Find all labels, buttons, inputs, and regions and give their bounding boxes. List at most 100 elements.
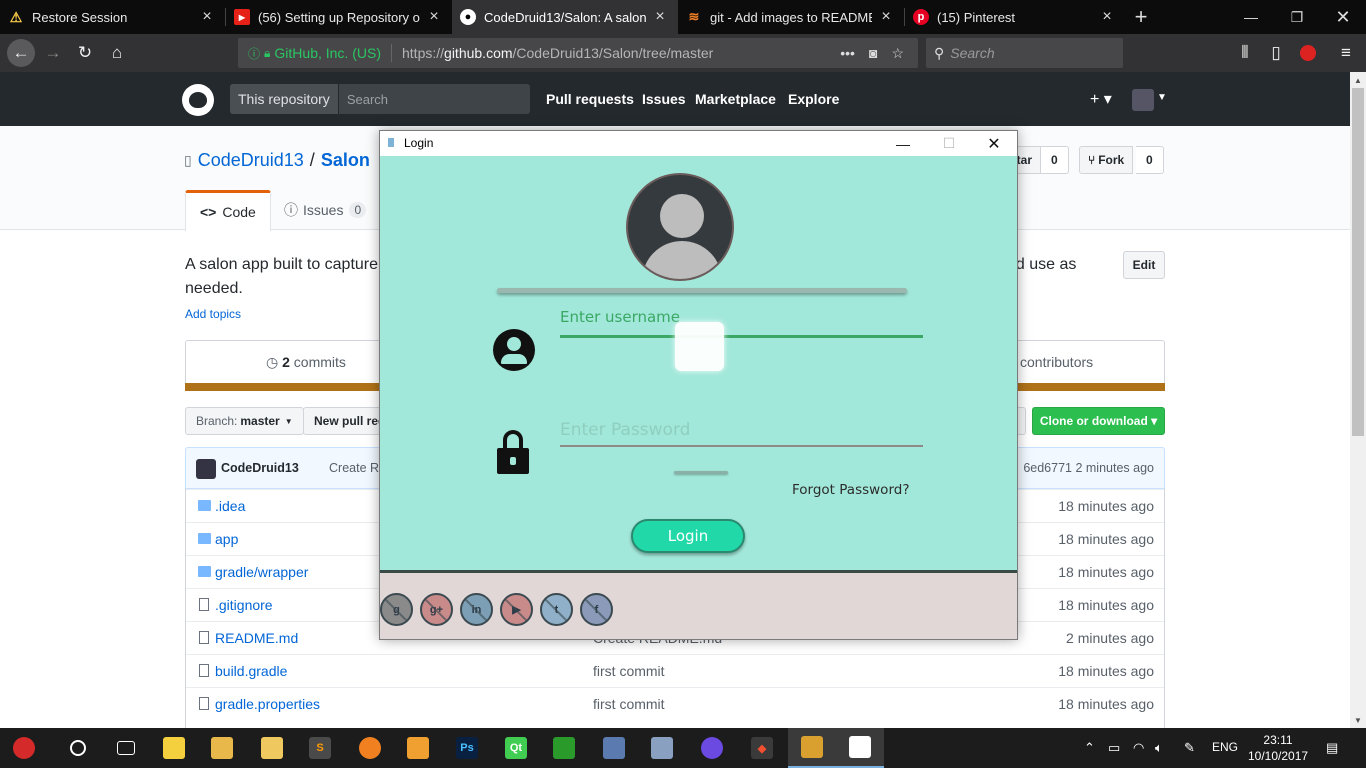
battery-icon[interactable]: ▭ [1108,740,1120,756]
close-tab-icon[interactable]: × [1099,8,1115,26]
taskbar-git[interactable]: ◆ [738,728,786,768]
page-actions-icon[interactable]: ••• [840,45,855,61]
taskbar-explorer[interactable] [198,728,246,768]
taskbar-sticky-notes[interactable] [150,728,198,768]
taskbar-explorer-2[interactable] [248,728,296,768]
info-icon[interactable]: ⓘ [248,45,260,62]
repo-name-link[interactable]: Salon [321,150,370,171]
github-search[interactable]: This repository Search [230,84,530,114]
taskbar-app-active[interactable] [788,728,836,768]
scroll-up-icon[interactable]: ▲ [1350,72,1366,88]
nav-explore[interactable]: Explore [788,91,839,107]
pocket-icon[interactable]: ◙ [869,45,877,61]
close-tab-icon[interactable]: × [426,8,442,26]
close-tab-icon[interactable]: × [878,8,894,26]
minimize-button[interactable]: — [1228,0,1274,34]
file-commit-message[interactable]: first commit [593,663,665,679]
language-indicator[interactable]: ENG [1212,740,1238,754]
site-identity[interactable]: GitHub, Inc. (US) [274,45,381,61]
close-window-button[interactable]: ✕ [1320,0,1366,34]
clock[interactable]: 23:11 10/10/2017 [1248,732,1308,764]
file-commit-message[interactable]: first commit [593,696,665,712]
pen-icon[interactable]: ✎ [1184,740,1195,756]
taskbar-sublime[interactable]: S [296,728,344,768]
chevron-down-icon[interactable]: ▼ [1157,92,1167,103]
forward-button[interactable]: → [39,39,67,67]
start-button[interactable] [0,728,48,768]
page-scrollbar[interactable]: ▲ ▼ [1350,72,1366,728]
tab-restore-session[interactable]: ⚠ Restore Session × [0,0,225,34]
table-row[interactable]: gradle.properties first commit 18 minute… [186,687,1164,720]
file-name[interactable]: README.md [215,630,298,646]
edit-button[interactable]: Edit [1123,251,1165,279]
file-name[interactable]: app [215,531,238,547]
login-button[interactable]: Login [631,519,745,553]
username-field[interactable] [560,308,923,338]
google-plus-icon[interactable]: g+ [420,593,453,626]
commit-sha[interactable]: 6ed6771 [1023,461,1072,475]
nav-marketplace[interactable]: Marketplace [695,91,776,107]
taskbar-login-app[interactable] [836,728,884,768]
file-name[interactable]: .gitignore [215,597,273,613]
add-topics-link[interactable]: Add topics [185,307,241,321]
browser-search-box[interactable]: ⚲ Search [926,38,1123,68]
new-tab-button[interactable]: + [1118,0,1164,34]
file-name[interactable]: gradle/wrapper [215,564,308,580]
linkedin-icon[interactable]: in [460,593,493,626]
commits-link[interactable]: ◷ 2 commits [266,354,346,371]
url-bar[interactable]: ⓘ 🔒︎ GitHub, Inc. (US) https://github.co… [238,38,918,68]
twitter-icon[interactable]: t [540,593,573,626]
taskbar-app-windows[interactable] [590,728,638,768]
google-icon[interactable]: g [380,593,413,626]
nav-pull-requests[interactable]: Pull requests [546,91,634,107]
avatar[interactable] [1132,89,1154,111]
reload-button[interactable]: ↻ [71,39,99,67]
create-new-button[interactable]: + ▾ [1090,89,1112,109]
login-titlebar[interactable]: Login — ☐ ✕ [380,131,1017,156]
chevron-up-icon[interactable]: ⌃ [1084,740,1095,756]
taskbar-qt[interactable]: Qt [492,728,540,768]
file-name[interactable]: build.gradle [215,663,287,679]
taskbar-game[interactable] [540,728,588,768]
repo-owner-link[interactable]: CodeDruid13 [198,150,304,171]
close-tab-icon[interactable]: × [199,8,215,26]
menu-icon[interactable]: ≡ [1332,39,1360,67]
contributors-link[interactable]: contributors [1020,354,1093,370]
facebook-icon[interactable]: f [580,593,613,626]
scroll-down-icon[interactable]: ▼ [1350,712,1366,728]
close-window-button[interactable]: ✕ [971,131,1017,156]
library-icon[interactable]: ⫴ [1231,39,1259,67]
password-field[interactable]: Enter Password [560,418,923,447]
volume-icon[interactable]: 🔈︎ [1155,740,1163,756]
back-button[interactable]: ← [7,39,35,67]
clone-download-button[interactable]: Clone or download ▾ [1032,407,1165,435]
taskbar-app-orange[interactable] [346,728,394,768]
fork-count[interactable]: 0 [1136,146,1164,174]
bookmark-star-icon[interactable]: ☆ [891,45,904,62]
commit-author[interactable]: CodeDruid13 [221,461,299,475]
maximize-button[interactable]: ☐ [926,131,972,156]
branch-select[interactable]: Branch: master ▼ [185,407,304,435]
taskbar-firefox[interactable] [688,728,736,768]
task-view-button[interactable] [102,728,150,768]
minimize-button[interactable]: — [880,131,926,156]
scrollbar-thumb[interactable] [1352,88,1364,436]
file-name[interactable]: gradle.properties [215,696,320,712]
tab-pinterest[interactable]: p (15) Pinterest × [905,0,1125,34]
restore-button[interactable]: ❐ [1274,0,1320,34]
sidebar-icon[interactable]: ▯ [1262,39,1290,67]
wifi-icon[interactable]: ◠ [1133,740,1144,756]
tab-stackoverflow[interactable]: ≋ git - Add images to README.m × [678,0,904,34]
url-text[interactable]: https://github.com/CodeDruid13/Salon/tre… [402,45,840,61]
close-tab-icon[interactable]: × [652,8,668,26]
tab-code[interactable]: <> Code [185,190,271,231]
github-logo-icon[interactable] [182,84,214,116]
tab-youtube[interactable]: ▶ (56) Setting up Repository on G × [226,0,452,34]
table-row[interactable]: build.gradle first commit 18 minutes ago [186,654,1164,687]
extension-icon[interactable] [1294,39,1322,67]
avatar[interactable] [196,459,216,479]
youtube-icon[interactable]: ▶ [500,593,533,626]
cortana-button[interactable] [54,728,102,768]
taskbar-app-monitor[interactable] [638,728,686,768]
tab-github[interactable]: ● CodeDruid13/Salon: A salon ap × [452,0,678,34]
